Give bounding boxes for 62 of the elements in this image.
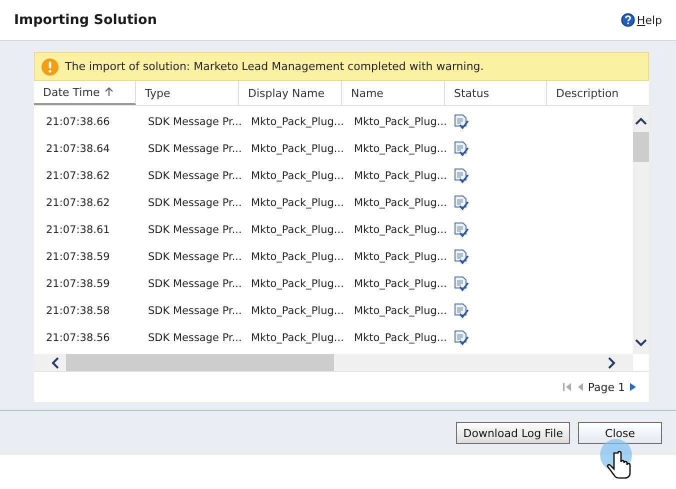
scroll-up-icon[interactable] bbox=[635, 116, 647, 126]
document-check-icon bbox=[453, 194, 469, 210]
table-cell-text: Mkto_Pack_Plug... bbox=[353, 224, 445, 236]
document-check-icon bbox=[453, 276, 469, 292]
table-cell-text: Mkto_Pack_Plug... bbox=[353, 170, 445, 182]
column-header[interactable]: Display Name bbox=[239, 81, 342, 105]
table-cell-text: 21:07:38.59 bbox=[45, 250, 111, 262]
table-cell-text: SDK Message Pr... bbox=[147, 224, 239, 236]
table-cell-text: SDK Message Pr... bbox=[147, 142, 239, 154]
warning-message: The import of solution: Marketo Lead Management completed with warning. bbox=[65, 60, 484, 73]
help-link[interactable]: Help bbox=[620, 13, 662, 27]
scrollbar-thumb[interactable] bbox=[66, 354, 334, 371]
scroll-right-icon[interactable] bbox=[607, 356, 617, 368]
table-cell-text: Mkto_Pack_Plug... bbox=[353, 142, 445, 154]
column-header[interactable]: Name bbox=[342, 81, 445, 105]
table-cell-text: 21:07:38.59 bbox=[45, 278, 111, 290]
table-cell-text: SDK Message Pr... bbox=[147, 250, 239, 262]
sort-ascending-icon bbox=[104, 87, 114, 97]
close-button[interactable]: Close bbox=[578, 422, 662, 444]
table-cell-text: SDK Message Pr... bbox=[147, 170, 239, 182]
document-check-icon bbox=[453, 168, 469, 184]
table-cell-text: SDK Message Pr... bbox=[147, 304, 239, 316]
page-number: Page 1 bbox=[588, 380, 625, 394]
next-page-icon[interactable] bbox=[629, 382, 637, 392]
table-cell-text: 21:07:38.58 bbox=[45, 304, 111, 316]
scroll-left-icon[interactable] bbox=[50, 356, 60, 368]
column-header[interactable]: Description bbox=[547, 81, 627, 105]
window-title: Importing Solution bbox=[14, 12, 157, 28]
scroll-down-icon[interactable] bbox=[635, 338, 647, 348]
table-cell-text: Mkto_Pack_Plug... bbox=[353, 332, 445, 344]
document-check-icon bbox=[453, 140, 469, 156]
vertical-scrollbar[interactable] bbox=[633, 106, 649, 354]
table-cell-text: SDK Message Pr... bbox=[147, 278, 239, 290]
table-cell-text: Mkto_Pack_Plug... bbox=[353, 196, 445, 208]
previous-page-icon[interactable] bbox=[576, 382, 584, 392]
document-check-icon bbox=[453, 330, 469, 346]
first-page-icon[interactable] bbox=[562, 382, 572, 392]
table-cell-text: Mkto_Pack_Plug... bbox=[353, 304, 445, 316]
column-header[interactable]: Type bbox=[136, 81, 239, 105]
horizontal-scrollbar[interactable] bbox=[34, 354, 633, 371]
table-cell-text: Mkto_Pack_Plug... bbox=[353, 116, 445, 128]
document-check-icon bbox=[453, 222, 469, 238]
scrollbar-thumb[interactable] bbox=[633, 132, 649, 162]
table-cell-text: 21:07:38.61 bbox=[45, 224, 111, 236]
table-cell-text: Mkto_Pack_Plug... bbox=[353, 278, 445, 290]
table-cell-text: 21:07:38.62 bbox=[45, 196, 111, 208]
table-cell-text: SDK Message Pr... bbox=[147, 196, 239, 208]
table-cell-text: 21:07:38.62 bbox=[45, 170, 111, 182]
table-cell-text: 21:07:38.56 bbox=[45, 332, 111, 344]
table-cell-text: SDK Message Pr... bbox=[147, 116, 239, 128]
column-header[interactable]: Status bbox=[445, 81, 547, 105]
warning-icon bbox=[41, 58, 59, 76]
table-cell-text: Mkto_Pack_Plug... bbox=[353, 250, 445, 262]
table-cell-text: 21:07:38.66 bbox=[45, 116, 111, 128]
table-cell-text: SDK Message Pr... bbox=[147, 332, 239, 344]
help-icon bbox=[620, 13, 635, 27]
document-check-icon bbox=[453, 248, 469, 264]
document-check-icon bbox=[453, 114, 469, 130]
document-check-icon bbox=[453, 302, 469, 318]
table-cell-text: 21:07:38.64 bbox=[45, 142, 111, 154]
column-header[interactable]: Date Time bbox=[34, 81, 136, 105]
download-log-button[interactable]: Download Log File bbox=[456, 422, 570, 444]
